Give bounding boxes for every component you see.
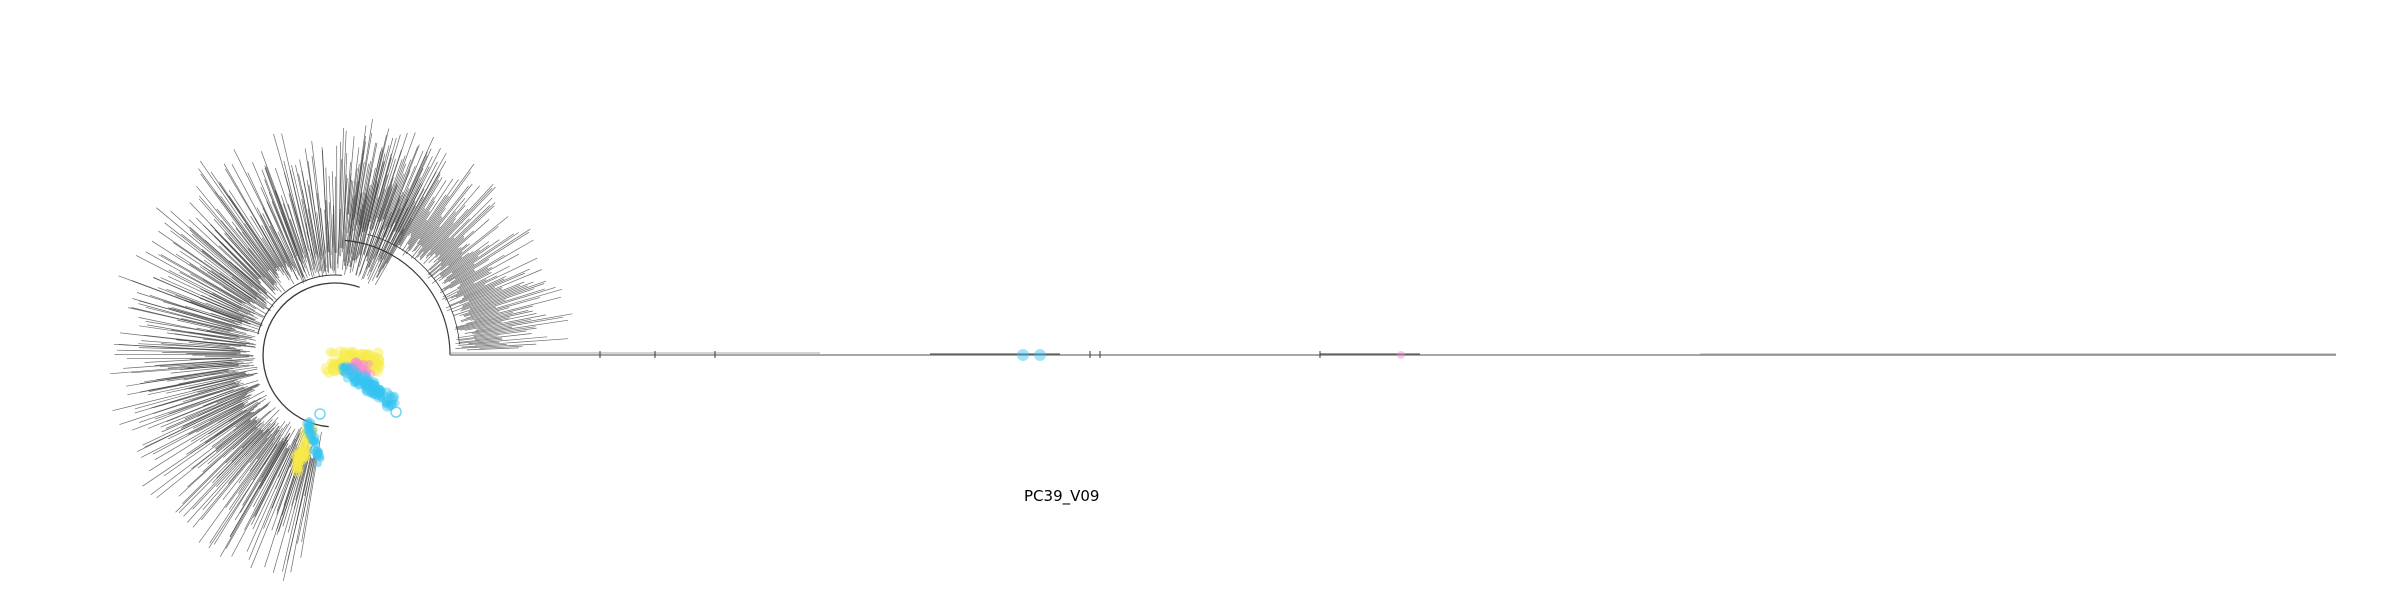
tree-branch [470,296,562,321]
figure-caption: PC39_V09 [1024,487,1100,505]
tree-branch [209,434,282,544]
tree-branch [311,155,327,276]
tree-branch [204,355,254,358]
highlight-marker-cyan [353,380,364,390]
highlight-marker-yellow [291,462,302,474]
tree-branch [451,239,500,274]
highlight-marker-cyan [338,362,347,371]
tree-branch [457,313,537,331]
phylogenetic-tree-figure [110,119,2336,581]
highlight-marker-cyan [314,460,322,468]
tree-branch [334,176,337,275]
tree-arc [257,274,343,335]
highlight-marker-yellow [320,362,334,376]
highlight-marker-cyan [390,406,402,418]
stem-highlight-marker [1397,351,1405,359]
tree-branch [131,385,248,431]
tree-branch [192,428,269,510]
highlight-marker-cyan [314,408,326,420]
tree-branch [306,179,322,260]
tree-branch [429,186,496,256]
highlight-marker-pink [358,359,369,370]
tree-clade-fan-right [346,119,573,351]
highlight-marker-cyan [348,370,360,382]
highlight-marker-cyan [368,389,375,396]
stem-highlight-marker [1017,349,1029,361]
tree-branch [427,243,470,279]
highlight-marker-cyan [346,364,354,372]
highlight-marker-cyan [316,448,323,455]
tree-branch [151,240,252,305]
tree-branch [114,353,237,355]
highlight-marker-cyan [303,422,313,432]
tree-branch [433,205,495,263]
tree-long-stem-branch [450,351,2336,358]
tree-branch [466,347,519,351]
highlight-marker-cyan [366,379,374,387]
highlight-marker-yellow [301,447,311,456]
highlight-marker-cyan [378,389,386,397]
tree-branch [417,171,471,244]
stem-highlight-marker [1034,349,1046,361]
highlight-group-cyan [302,361,402,468]
